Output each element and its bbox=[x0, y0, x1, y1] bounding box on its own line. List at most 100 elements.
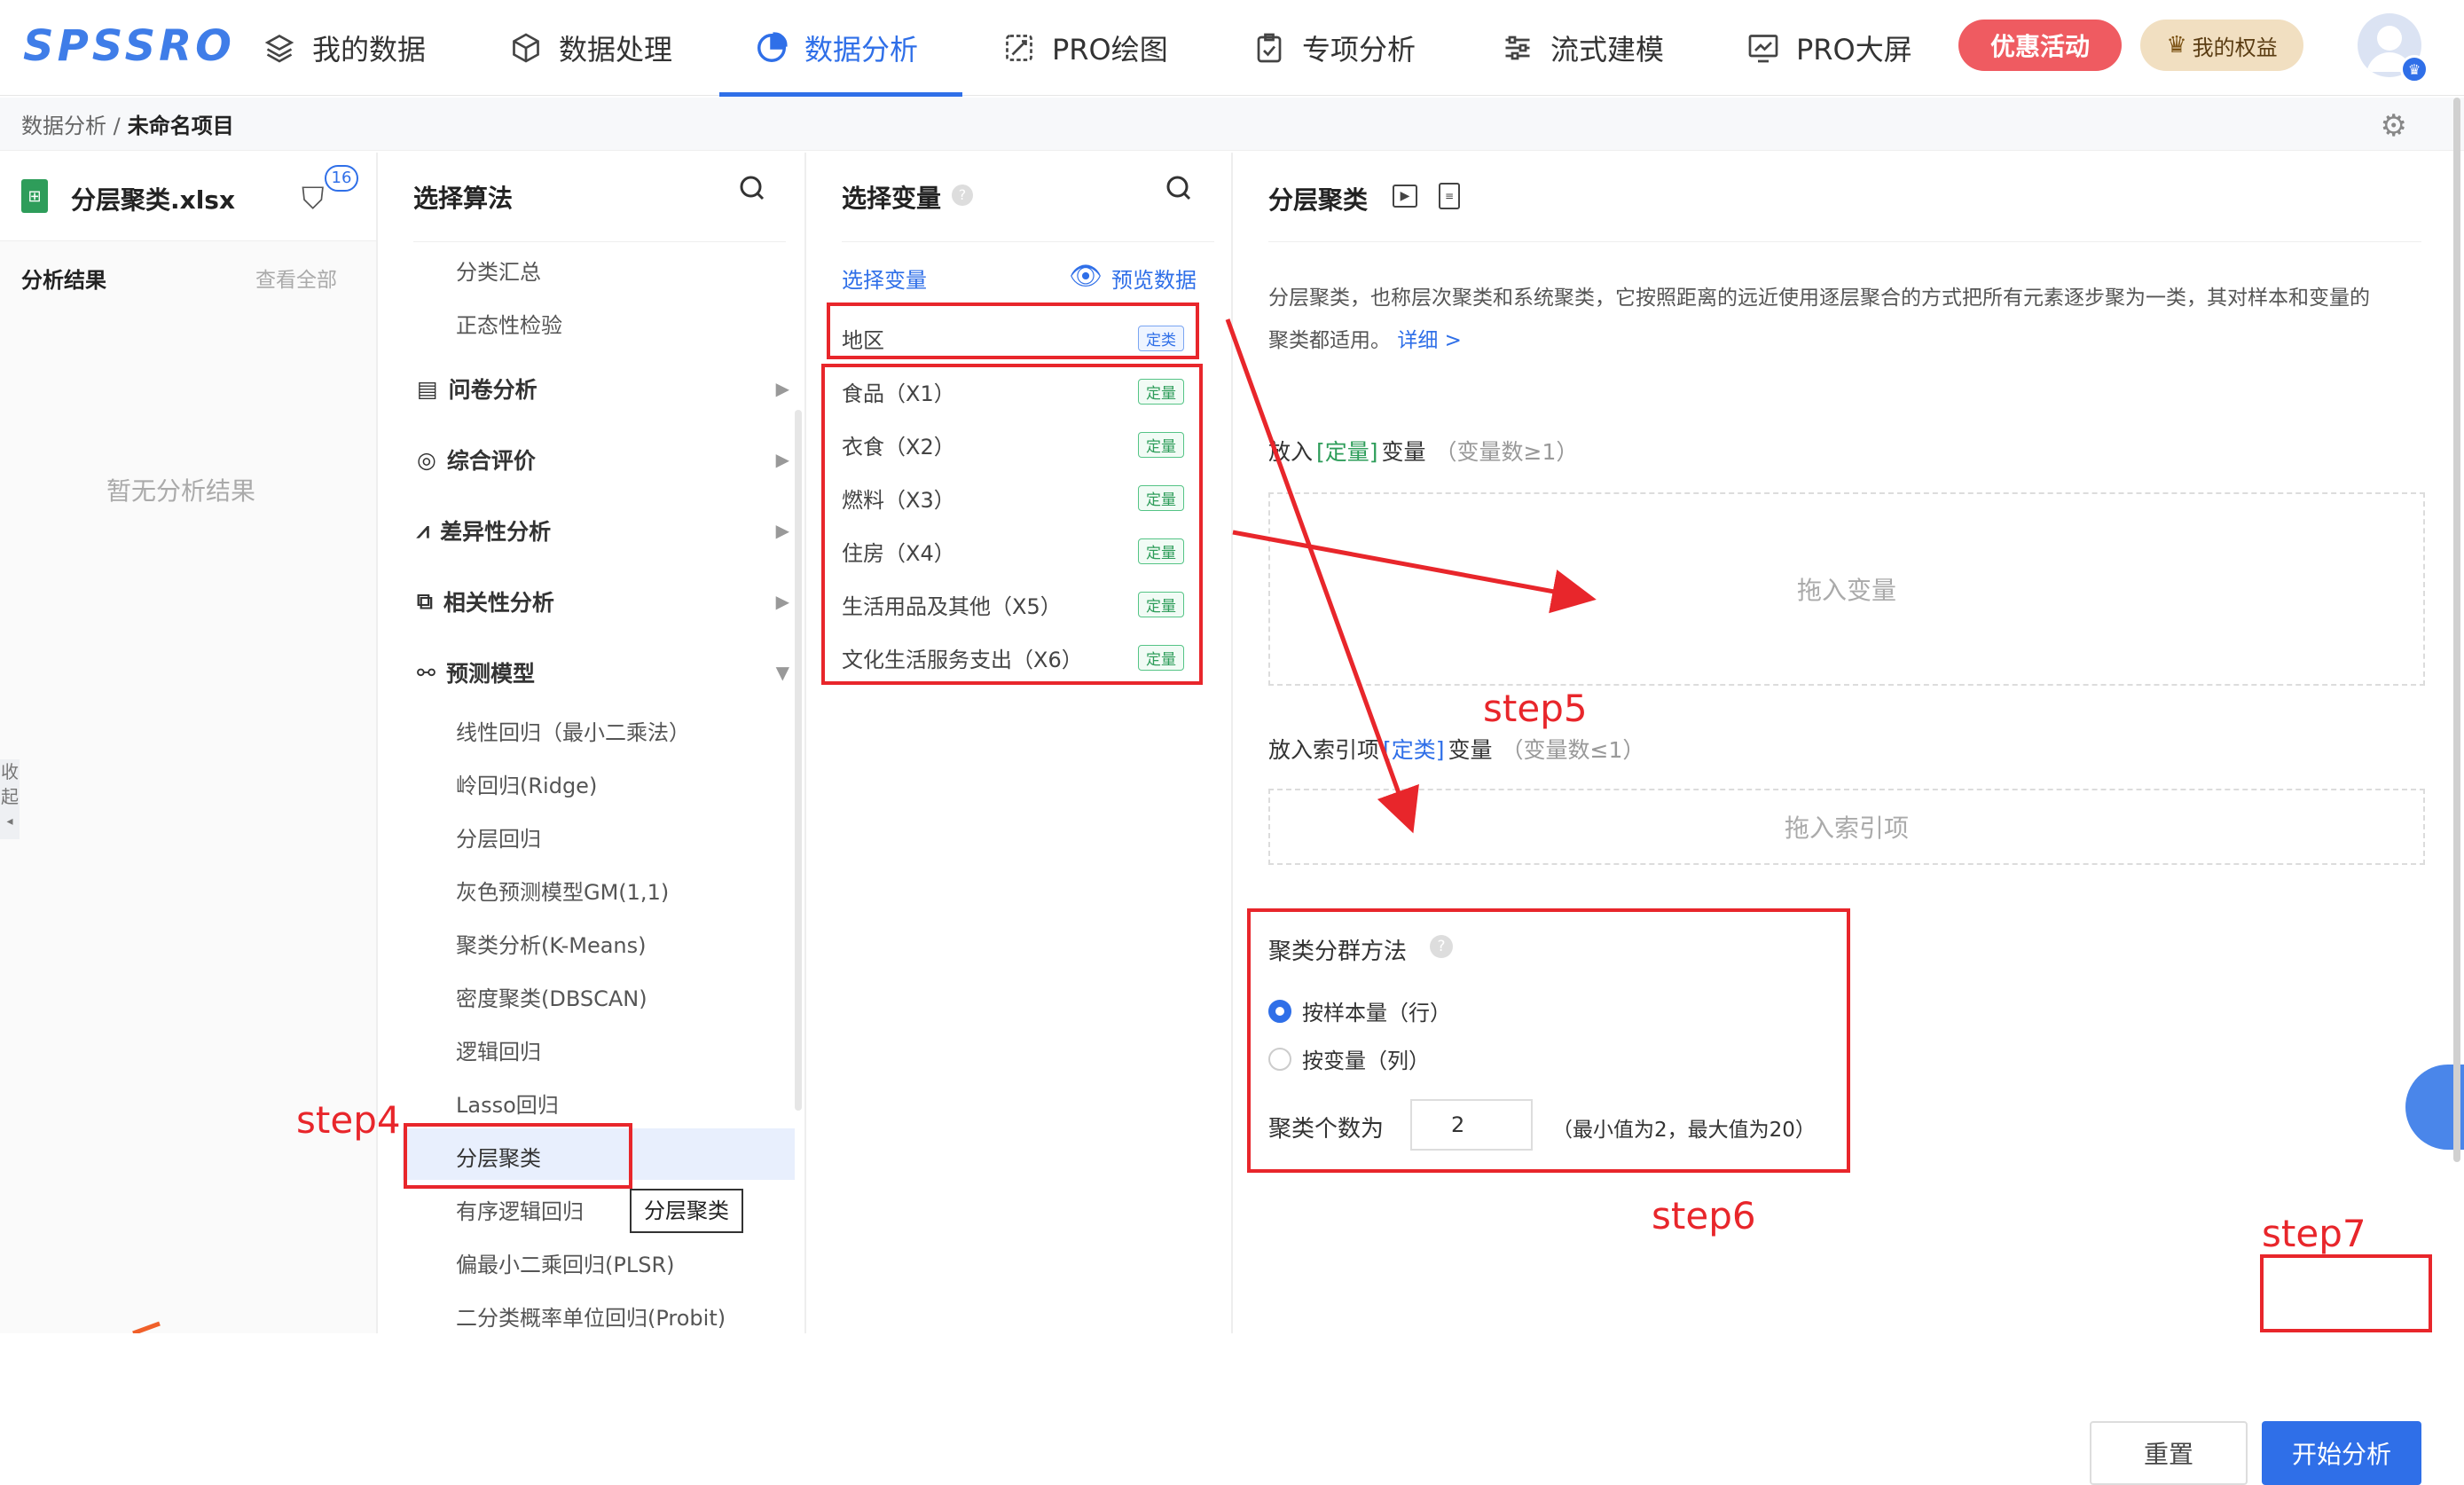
dropzone-placeholder: 拖入索引项 bbox=[1784, 813, 1909, 843]
file-name[interactable]: 分层聚类.xlsx bbox=[71, 181, 235, 216]
variable-dropzone[interactable]: 拖入变量 bbox=[1268, 492, 2425, 686]
help-icon[interactable]: ? bbox=[952, 185, 973, 206]
algo-item[interactable]: 正态性检验 bbox=[456, 308, 562, 339]
breadcrumb-current: 未命名项目 bbox=[127, 114, 234, 138]
dropzone-placeholder: 拖入变量 bbox=[1796, 576, 1896, 605]
nav-flow-modeling[interactable]: 流式建模 bbox=[1501, 0, 1664, 96]
zone-limit: （变量数≥1） bbox=[1434, 439, 1579, 465]
filter-icon[interactable]: ⛉ bbox=[302, 181, 325, 216]
scrollbar[interactable] bbox=[795, 410, 802, 1111]
excel-file-icon: ⊞ bbox=[21, 179, 48, 213]
collapse-label: 收 bbox=[1, 761, 19, 782]
eye-icon[interactable]: 👁 bbox=[1069, 261, 1103, 292]
step4-label: step4 bbox=[296, 1098, 401, 1142]
vip-badge-icon: ♛ bbox=[2400, 55, 2429, 83]
algo-group-evaluation[interactable]: ◎ 综合评价 ▶ bbox=[417, 444, 789, 475]
rights-button[interactable]: ♛ 我的权益 bbox=[2140, 20, 2303, 71]
nav-special-analysis[interactable]: 专项分析 bbox=[1252, 0, 1416, 96]
clipboard-icon bbox=[1252, 31, 1286, 65]
variable-title: 选择变量 bbox=[842, 184, 942, 213]
algo-group-questionnaire[interactable]: ▤ 问卷分析 ▶ bbox=[417, 373, 789, 405]
layers-icon bbox=[263, 31, 296, 65]
breadcrumb: 数据分析 / 未命名项目 ⚙ bbox=[0, 98, 2464, 151]
video-play-icon[interactable]: ▶ bbox=[1393, 185, 1417, 208]
algo-item[interactable]: 二分类概率单位回归(Probit) bbox=[456, 1300, 726, 1332]
preview-data-link[interactable]: 预览数据 bbox=[1111, 263, 1197, 294]
zone1-label: 放入 [定量] 变量 （变量数≥1） bbox=[1268, 435, 1578, 467]
nav-pro-dashboard[interactable]: PRO大屏 bbox=[1746, 0, 1912, 96]
empty-results-text: 暂无分析结果 bbox=[106, 476, 256, 506]
divider bbox=[1268, 241, 2421, 242]
algo-item[interactable]: 灰色预测模型GM(1,1) bbox=[456, 875, 669, 906]
settings-gear-icon[interactable]: ⚙ bbox=[2381, 108, 2407, 144]
nav-label: PRO绘图 bbox=[1052, 33, 1168, 67]
annotation-box-algorithm bbox=[404, 1123, 632, 1189]
file-header: ⊞ 分层聚类.xlsx ⛉ 16 bbox=[0, 153, 376, 241]
cube-icon bbox=[509, 31, 543, 65]
overlap-squares-icon: ⧉ bbox=[417, 588, 433, 614]
group-label: 综合评价 bbox=[446, 448, 536, 474]
nav-data-analysis[interactable]: 数据分析 bbox=[755, 0, 918, 96]
algo-group-prediction[interactable]: ⚯ 预测模型 ▼ bbox=[417, 656, 789, 688]
collapse-handle[interactable]: 收 起 ◂ bbox=[0, 759, 20, 839]
algo-item[interactable]: Lasso回归 bbox=[456, 1088, 559, 1119]
algo-group-difference[interactable]: ⩘ 差异性分析 ▶ bbox=[417, 515, 789, 546]
zone-label-text: 放入 bbox=[1268, 439, 1314, 465]
algo-item[interactable]: 岭回归(Ridge) bbox=[456, 768, 597, 799]
detail-link[interactable]: 详细 > bbox=[1397, 329, 1462, 352]
results-title: 分析结果 bbox=[21, 268, 106, 293]
app-logo[interactable]: SPSSRO bbox=[23, 21, 235, 71]
monitor-chart-icon bbox=[1746, 31, 1780, 65]
algo-item[interactable]: 有序逻辑回归 bbox=[456, 1194, 584, 1225]
index-dropzone[interactable]: 拖入索引项 bbox=[1268, 789, 2425, 865]
collapse-label: 起 bbox=[1, 786, 19, 807]
panel-title: 分层聚类 bbox=[1268, 185, 1369, 215]
select-variable-label: 选择变量 bbox=[842, 268, 927, 293]
algo-item[interactable]: 偏最小二乘回归(PLSR) bbox=[456, 1247, 674, 1278]
search-icon[interactable] bbox=[736, 172, 768, 204]
questionnaire-icon: ▤ bbox=[417, 375, 438, 402]
nav-label: PRO大屏 bbox=[1796, 33, 1912, 67]
algo-group-correlation[interactable]: ⧉ 相关性分析 ▶ bbox=[417, 585, 789, 617]
algo-item[interactable]: 逻辑回归 bbox=[456, 1034, 541, 1065]
chevron-right-icon: ▶ bbox=[775, 449, 789, 470]
annotation-box-quant-vars bbox=[821, 364, 1203, 685]
collapse-arrow-icon: ◂ bbox=[6, 814, 13, 829]
group-label: 预测模型 bbox=[445, 661, 535, 687]
annotation-box-category-var bbox=[827, 302, 1199, 359]
pie-icon bbox=[755, 31, 789, 65]
search-icon[interactable] bbox=[1163, 172, 1195, 204]
algo-item[interactable]: 聚类分析(K-Means) bbox=[456, 928, 647, 959]
nav-pro-plot[interactable]: PRO绘图 bbox=[1002, 0, 1168, 96]
algo-item[interactable]: 密度聚类(DBSCAN) bbox=[456, 981, 647, 1012]
type-tag: [定类] bbox=[1383, 737, 1445, 763]
chevron-right-icon: ▶ bbox=[775, 378, 789, 399]
tooltip: 分层聚类 bbox=[630, 1189, 743, 1233]
nav-label: 数据分析 bbox=[804, 33, 919, 67]
rights-label: 我的权益 bbox=[2192, 35, 2278, 60]
active-tab-indicator bbox=[719, 92, 962, 97]
nav-my-data[interactable]: 我的数据 bbox=[263, 0, 426, 96]
group-label: 问卷分析 bbox=[448, 377, 538, 403]
results-panel: ⊞ 分层聚类.xlsx ⛉ 16 分析结果 查看全部 暂无分析结果 收 起 ◂ bbox=[0, 153, 378, 1333]
nav-label: 流式建模 bbox=[1550, 33, 1665, 67]
nav-label: 我的数据 bbox=[312, 33, 427, 67]
nav-data-processing[interactable]: 数据处理 bbox=[509, 0, 672, 96]
type-tag: [定量] bbox=[1316, 439, 1378, 465]
promo-button[interactable]: 优惠活动 bbox=[1958, 20, 2122, 71]
algo-item[interactable]: 分类汇总 bbox=[456, 255, 541, 286]
zone-label-text: 变量 bbox=[1448, 737, 1493, 763]
algo-item[interactable]: 分层回归 bbox=[456, 821, 541, 852]
sliders-icon bbox=[1501, 31, 1534, 65]
view-all-link[interactable]: 查看全部 bbox=[255, 263, 337, 293]
right-scrollbar[interactable] bbox=[2453, 98, 2460, 1162]
zone-label-text: 放入索引项 bbox=[1268, 737, 1380, 763]
description-line-2: 聚类都适用。 详细 > bbox=[1268, 319, 2439, 362]
start-analysis-button[interactable]: 开始分析 bbox=[2262, 1421, 2421, 1485]
step6-label: step6 bbox=[1652, 1194, 1756, 1238]
chevron-right-icon: ▶ bbox=[775, 520, 789, 541]
algo-item[interactable]: 线性回归（最小二乘法） bbox=[456, 715, 690, 746]
breadcrumb-parent[interactable]: 数据分析 / bbox=[21, 108, 121, 139]
document-icon[interactable]: ≡ bbox=[1439, 183, 1460, 209]
reset-button[interactable]: 重置 bbox=[2090, 1421, 2248, 1485]
